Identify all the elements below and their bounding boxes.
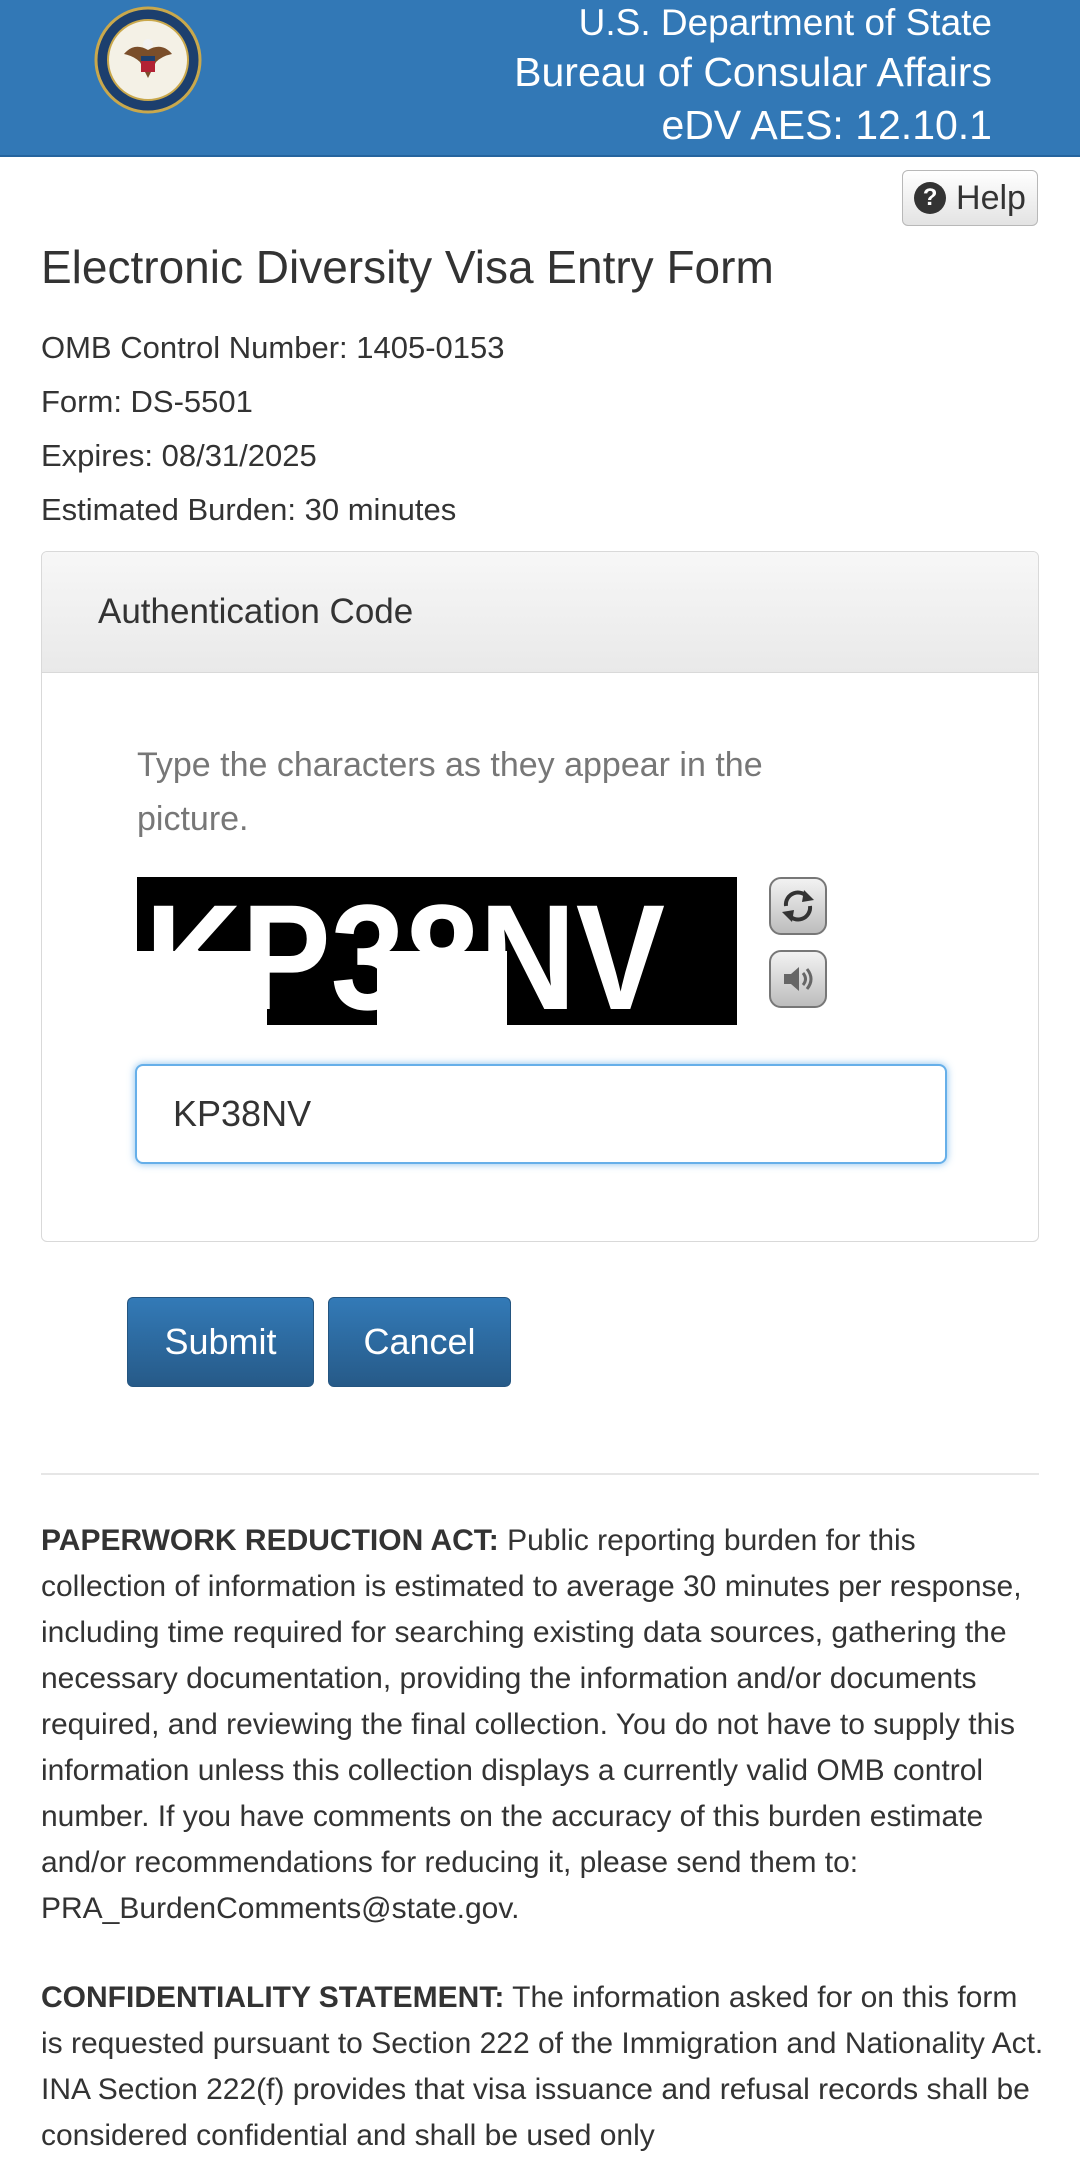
cancel-button[interactable]: Cancel	[328, 1297, 511, 1387]
captcha-image: KP38NV	[137, 877, 757, 1025]
expiration-date: Expires: 08/31/2025	[41, 438, 317, 473]
site-header: U.S. Department of State Bureau of Consu…	[0, 0, 1080, 157]
header-bureau: Bureau of Consular Affairs	[514, 49, 992, 95]
authentication-panel: Authentication Code Type the characters …	[41, 551, 1039, 1242]
page-title: Electronic Diversity Visa Entry Form	[41, 241, 774, 293]
confidentiality-statement: CONFIDENTIALITY STATEMENT: The informati…	[41, 1975, 1046, 2159]
form-number: Form: DS-5501	[41, 384, 253, 419]
paperwork-heading: PAPERWORK REDUCTION ACT:	[41, 1524, 499, 1557]
question-circle-icon: ?	[914, 182, 947, 214]
help-label: Help	[956, 178, 1026, 217]
speaker-icon	[784, 967, 813, 991]
header-version: eDV AES: 12.10.1	[661, 102, 992, 148]
captcha-instruction: Type the characters as they appear in th…	[137, 746, 763, 838]
estimated-burden: Estimated Burden: 30 minutes	[41, 492, 457, 527]
header-department: U.S. Department of State	[578, 2, 992, 43]
paperwork-body: Public reporting burden for this collect…	[41, 1524, 1022, 1925]
refresh-icon	[782, 890, 814, 922]
submit-button[interactable]: Submit	[127, 1297, 314, 1387]
captcha-input[interactable]	[135, 1064, 947, 1164]
confidentiality-heading: CONFIDENTIALITY STATEMENT:	[41, 1981, 505, 2014]
panel-heading: Authentication Code	[42, 552, 1038, 673]
help-button[interactable]: ? Help	[902, 170, 1038, 226]
department-seal-icon	[94, 6, 202, 114]
header-text: U.S. Department of State Bureau of Consu…	[514, 0, 992, 152]
refresh-captcha-button[interactable]	[769, 877, 827, 935]
omb-control-number: OMB Control Number: 1405-0153	[41, 330, 505, 365]
paperwork-reduction-act: PAPERWORK REDUCTION ACT: Public reportin…	[41, 1518, 1046, 1932]
section-divider	[41, 1473, 1039, 1475]
audio-captcha-button[interactable]	[769, 950, 827, 1008]
